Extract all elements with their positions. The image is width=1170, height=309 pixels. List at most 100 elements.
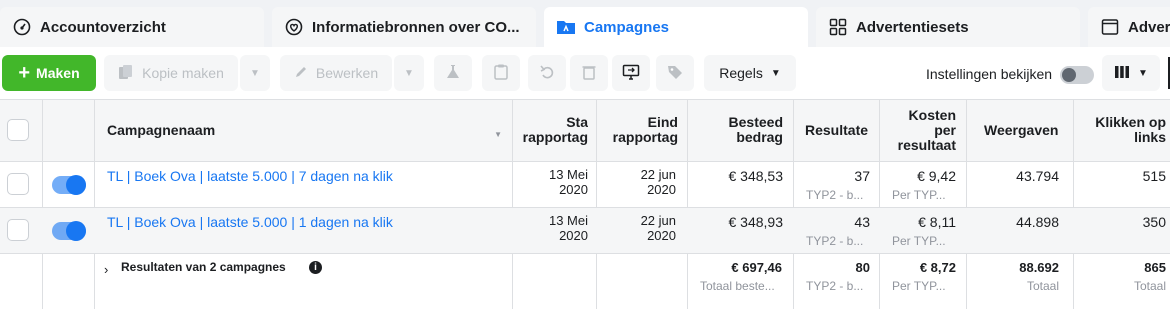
- impressions: 44.898: [1016, 214, 1059, 230]
- folder-icon: [556, 17, 576, 37]
- caret-down-icon: ▼: [404, 67, 414, 79]
- cost-per-result: € 8,11: [918, 214, 956, 230]
- link-clicks: 515: [1142, 168, 1166, 184]
- campaign-name-link[interactable]: TL | Boek Ova | laatste 5.000 | 1 dagen …: [107, 214, 393, 230]
- header-start-date[interactable]: Sta rapportag: [514, 99, 588, 161]
- table-row: TL | Boek Ova | laatste 5.000 | 7 dagen …: [0, 162, 1170, 208]
- summary-cost-per-result: € 8,72: [919, 260, 956, 275]
- results-type: TYP2 - b...: [806, 234, 864, 248]
- summary-results-sub: TYP2 - b...: [806, 279, 864, 293]
- edit-button-label: Bewerken: [315, 65, 379, 81]
- tab-account-overview[interactable]: Accountoverzicht: [0, 7, 264, 47]
- flask-icon: [445, 64, 461, 83]
- clipboard-icon: [494, 64, 508, 83]
- info-icon[interactable]: i: [309, 261, 322, 274]
- header-label: Sta rapportag: [522, 114, 588, 145]
- summary-cost-sub: Per TYP...: [892, 279, 946, 293]
- caret-down-icon: ▼: [1138, 67, 1148, 79]
- undo-icon: [540, 64, 554, 82]
- header-end-date[interactable]: Eind rapportag: [598, 99, 678, 161]
- amount-spent: € 348,53: [728, 168, 784, 184]
- campaign-name-link[interactable]: TL | Boek Ova | laatste 5.000 | 7 dagen …: [107, 168, 393, 184]
- edit-dropdown-button[interactable]: ▼: [394, 55, 424, 91]
- share-preview-button[interactable]: [612, 55, 650, 91]
- header-link-clicks[interactable]: Klikken op links: [1076, 99, 1166, 161]
- start-date: 13 Mei 2020: [548, 213, 588, 243]
- start-date: 13 Mei 2020: [548, 167, 588, 197]
- cost-type: Per TYP...: [892, 188, 946, 202]
- summary-row: › Resultaten van 2 campagnes i € 697,46 …: [0, 255, 1170, 309]
- create-button[interactable]: + Maken: [2, 55, 96, 91]
- header-label: Besteed bedrag: [728, 114, 783, 145]
- tab-bar: Accountoverzicht Informatiebronnen over …: [0, 0, 1170, 47]
- undo-button[interactable]: [528, 55, 566, 91]
- caret-down-icon: ▼: [770, 67, 781, 79]
- link-clicks: 350: [1142, 214, 1166, 230]
- rules-button[interactable]: Regels ▼: [704, 55, 796, 91]
- copy-dropdown-button[interactable]: ▼: [240, 55, 270, 91]
- header-campaign-name[interactable]: Campagnenaam ▼: [107, 99, 502, 161]
- tab-ad-sets[interactable]: Advertentiesets: [816, 7, 1080, 47]
- header-amount-spent[interactable]: Besteed bedrag: [690, 99, 783, 161]
- plus-icon: +: [18, 62, 31, 84]
- preview-icon: [622, 64, 640, 83]
- view-settings-label: Instellingen bekijken: [926, 66, 1053, 82]
- header-results[interactable]: Resultate: [805, 99, 873, 161]
- end-date: 22 jun 2020: [640, 213, 676, 243]
- view-settings-toggle[interactable]: [1060, 66, 1094, 84]
- delete-button[interactable]: [570, 55, 608, 91]
- copy-button-label: Kopie maken: [142, 65, 224, 81]
- tab-label: Advert: [1128, 18, 1170, 36]
- tag-icon: [667, 64, 683, 83]
- expand-chevron-icon[interactable]: ›: [104, 262, 108, 277]
- header-impressions[interactable]: Weergaven: [984, 99, 1070, 161]
- tab-label: Advertentiesets: [856, 18, 969, 36]
- tab-label: Accountoverzicht: [40, 18, 166, 36]
- results-type: TYP2 - b...: [806, 188, 864, 202]
- header-label: Campagnenaam: [107, 121, 216, 138]
- tab-information-sources[interactable]: Informatiebronnen over CO...: [272, 7, 536, 47]
- summary-impressions-sub: Totaal: [1026, 279, 1059, 293]
- columns-button[interactable]: ▼: [1102, 55, 1160, 91]
- row-toggle-knob: [66, 175, 86, 195]
- sort-caret-icon: ▼: [494, 130, 502, 139]
- row-toggle-knob: [66, 221, 86, 241]
- cost-type: Per TYP...: [892, 234, 946, 248]
- summary-results: 80: [855, 260, 870, 275]
- results-value: 43: [854, 214, 870, 230]
- tab-ads[interactable]: Advert: [1088, 7, 1170, 47]
- header-label: Kosten per resultaat: [897, 106, 956, 153]
- summary-amount-spent: € 697,46: [731, 260, 782, 275]
- end-date: 22 jun 2020: [640, 167, 676, 197]
- header-label: Resultate: [805, 121, 869, 138]
- clipboard-button[interactable]: [482, 55, 520, 91]
- header-label: Weergaven: [984, 121, 1059, 138]
- gauge-icon: [12, 17, 32, 37]
- row-checkbox[interactable]: [7, 219, 29, 241]
- rules-button-label: Regels: [719, 65, 763, 81]
- pencil-icon: [294, 65, 308, 82]
- select-all-checkbox[interactable]: [7, 119, 29, 141]
- tab-label: Informatiebronnen over CO...: [312, 18, 520, 36]
- summary-label: Resultaten van 2 campagnes: [121, 260, 286, 274]
- test-button[interactable]: [434, 55, 472, 91]
- header-label: Eind rapportag: [612, 114, 678, 145]
- edit-button[interactable]: Bewerken: [280, 55, 392, 91]
- row-checkbox[interactable]: [7, 173, 29, 195]
- tag-button[interactable]: [656, 55, 694, 91]
- summary-clicks-sub: Totaal: [1133, 279, 1166, 293]
- campaign-table: Campagnenaam ▼ Sta rapportag Eind rappor…: [0, 99, 1170, 309]
- grid-icon: [828, 17, 848, 37]
- summary-spent-sub: Totaal beste...: [700, 279, 775, 293]
- cost-per-result: € 9,42: [917, 168, 956, 184]
- tab-campaigns[interactable]: Campagnes: [544, 7, 808, 47]
- heart-shield-icon: [284, 17, 304, 37]
- tab-label: Campagnes: [584, 18, 670, 36]
- trash-icon: [582, 64, 596, 83]
- results-value: 37: [854, 168, 870, 184]
- summary-link-clicks: 865: [1144, 260, 1166, 275]
- copy-icon: [118, 64, 134, 83]
- copy-button[interactable]: Kopie maken: [104, 55, 238, 91]
- amount-spent: € 348,93: [728, 214, 784, 230]
- header-cost-per-result[interactable]: Kosten per resultaat: [882, 99, 956, 161]
